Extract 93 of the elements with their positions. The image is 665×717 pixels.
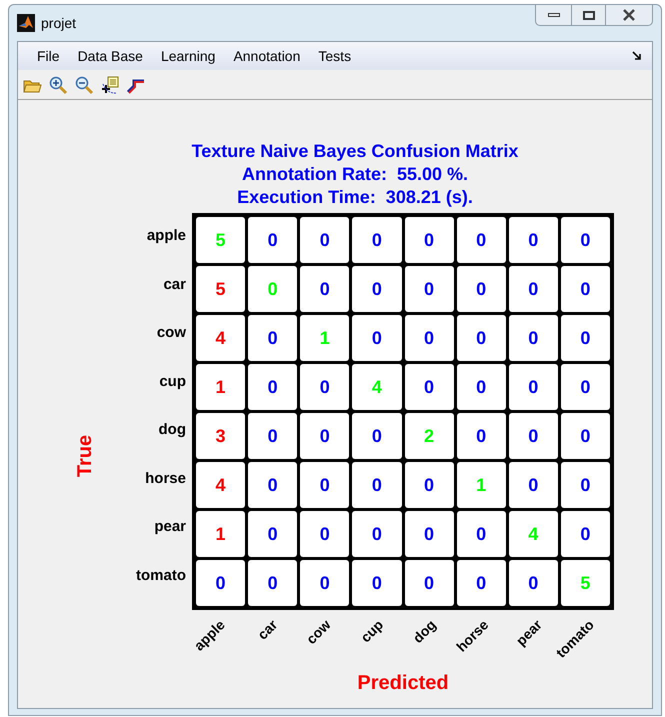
cell-value: 5: [216, 278, 226, 300]
cell-value: 0: [528, 228, 538, 252]
cell-value: 0: [580, 278, 590, 300]
cell-value: 4: [528, 522, 538, 546]
cell-value: 0: [580, 326, 590, 350]
menu-item[interactable]: Learning: [152, 46, 224, 66]
cell-value: 0: [580, 522, 590, 546]
cell-value: 0: [268, 228, 278, 252]
cell-value: 0: [424, 474, 434, 496]
window-title: projet: [41, 14, 76, 33]
cell-value: 0: [372, 228, 382, 252]
column-label: cow: [302, 616, 335, 650]
menu-item[interactable]: Tests: [309, 46, 360, 66]
cell-value: 0: [216, 572, 226, 594]
row-label: cup: [159, 372, 186, 392]
cell-value: 0: [268, 474, 278, 496]
cell-value: 0: [320, 228, 330, 252]
cell-value: 0: [476, 376, 486, 398]
chart-title: Execution Time: 308.21 (s).: [237, 186, 473, 209]
cell-value: 4: [216, 474, 226, 496]
x-axis-label: Predicted: [357, 671, 449, 696]
cell-value: 0: [528, 278, 538, 300]
row-label: dog: [158, 420, 186, 440]
menu-item[interactable]: Annotation: [224, 46, 310, 66]
cell-value: 0: [580, 228, 590, 252]
cell-value: 0: [372, 326, 382, 350]
dock-arrow-icon[interactable]: [632, 51, 642, 61]
cell-value: 0: [372, 474, 382, 496]
zoom-out-icon[interactable]: [74, 74, 94, 94]
cell-value: 0: [372, 572, 382, 594]
cell-value: 0: [268, 572, 278, 594]
cell-value: 0: [372, 522, 382, 546]
cell-value: 0: [320, 278, 330, 300]
cell-value: 0: [268, 278, 278, 300]
cell-value: 0: [476, 522, 486, 546]
cell-value: 0: [424, 522, 434, 546]
cell-value: 0: [528, 572, 538, 594]
cell-value: 0: [476, 278, 486, 300]
row-label: tomato: [136, 566, 186, 586]
cell-value: 0: [424, 278, 434, 300]
cell-value: 0: [528, 326, 538, 350]
menu-item[interactable]: Data Base: [68, 46, 152, 66]
app-logo-icon: [17, 14, 35, 32]
chart-title: Annotation Rate: 55.00 %.: [242, 163, 468, 186]
row-label: horse: [145, 468, 186, 488]
cell-value: 0: [320, 522, 330, 546]
cell-value: 0: [528, 424, 538, 448]
cell-value: 0: [320, 424, 330, 448]
cell-value: 0: [424, 376, 434, 398]
row-label: cow: [156, 323, 186, 343]
cell-value: 5: [580, 572, 590, 594]
row-label: apple: [146, 226, 186, 246]
menu-item[interactable]: File: [28, 46, 69, 66]
cell-value: 0: [320, 474, 330, 496]
cell-value: 0: [268, 376, 278, 398]
cell-value: 0: [268, 326, 278, 350]
cell-value: 0: [424, 326, 434, 350]
cell-value: 0: [476, 572, 486, 594]
cell-value: 2: [424, 424, 434, 448]
cell-value: 0: [268, 424, 278, 448]
column-label: car: [254, 616, 282, 645]
cell-value: 1: [320, 326, 330, 350]
cell-value: 0: [268, 522, 278, 546]
cell-value: 3: [216, 424, 226, 448]
cell-value: 0: [320, 572, 330, 594]
column-label: cup: [356, 616, 388, 648]
close-icon: [622, 9, 636, 21]
row-label: car: [163, 274, 186, 294]
cell-value: 4: [216, 326, 226, 350]
cell-value: 0: [424, 572, 434, 594]
cell-value: 1: [476, 474, 486, 496]
cell-value: 0: [528, 474, 538, 496]
zoom-in-icon[interactable]: [48, 74, 68, 94]
cell-value: 0: [372, 278, 382, 300]
cell-value: 0: [580, 424, 590, 448]
column-label: dog: [408, 616, 440, 648]
cell-value: 0: [580, 376, 590, 398]
cell-value: 0: [528, 376, 538, 398]
data-cursor-icon[interactable]: [100, 74, 120, 94]
y-axis-label: True: [73, 434, 97, 477]
cell-value: 5: [216, 228, 226, 252]
cell-value: 0: [372, 424, 382, 448]
cell-value: 0: [476, 326, 486, 350]
cell-value: 0: [424, 228, 434, 252]
cell-value: 4: [372, 376, 382, 398]
chart-title: Texture Naive Bayes Confusion Matrix: [192, 140, 518, 163]
cell-value: 0: [320, 376, 330, 398]
cell-value: 1: [216, 522, 226, 546]
cell-value: 0: [476, 228, 486, 252]
cell-value: 0: [476, 424, 486, 448]
cell-value: 1: [216, 376, 226, 398]
row-label: pear: [154, 517, 186, 537]
cell-value: 0: [580, 474, 590, 496]
